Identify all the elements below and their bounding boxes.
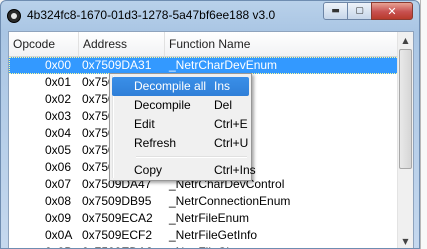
table-row[interactable]: 0x00 0x7509DA31 _NetrCharDevEnum [9,57,399,74]
decompiler-window: 4b324fc8-1670-01d3-1278-5a47bf6ee188 v3.… [0,0,420,249]
minimize-button[interactable]: ▬ [323,2,348,20]
opcode-cell: 0x0A [45,228,73,242]
menu-item-label: Edit [134,117,155,131]
function-name-cell: _NetrFileCl [169,244,229,248]
close-button[interactable]: ✕ [371,2,413,20]
function-name-cell: _NetrConnectionEnum [169,194,291,208]
function-name-cell: _NetrFileEnum [169,211,250,225]
address-cell: 0x7509DA31 [82,58,152,72]
address-cell: 0x7509ECF2 [82,228,153,242]
scroll-thumb[interactable] [399,49,412,169]
menu-item-label: Copy [134,163,163,177]
opcode-cell: 0x05 [45,143,72,157]
opcode-cell: 0x01 [45,75,72,89]
scroll-down-arrow-icon[interactable]: ▼ [398,233,413,248]
menu-item-label: Decompile [134,98,191,112]
title-bar[interactable]: 4b324fc8-1670-01d3-1278-5a47bf6ee188 v3.… [1,1,419,31]
menu-item-decompile[interactable]: Decompile Del [112,96,249,115]
background-window-edge [420,0,427,249]
menu-item-decompile-all[interactable]: Decompile all Ins [112,77,249,96]
table-row[interactable]: 0x0B 0x7509EDA2 _NetrFileCl [9,244,399,248]
table-row[interactable]: 0x08 0x7509DB95 _NetrConnectionEnum [9,193,399,210]
menu-item-shortcut: Ctrl+Ins [214,163,256,177]
menu-item-label: Refresh [134,136,177,150]
list-header: Opcode Address Function Name [9,32,399,57]
address-cell: 0x7509DB95 [82,194,152,208]
table-row[interactable]: 0x09 0x7509ECA2 _NetrFileEnum [9,210,399,227]
menu-item-shortcut: Del [214,98,233,112]
opcode-cell: 0x09 [45,211,72,225]
menu-separator [136,156,247,158]
context-menu: Decompile all Ins Decompile Del Edit Ctrl+E Re… [109,73,256,181]
menu-item-shortcut: Ins [214,79,231,93]
opcode-cell: 0x03 [45,109,72,123]
address-cell: 0x7509ECA2 [82,211,153,225]
opcode-cell: 0x07 [45,177,72,191]
maximize-button[interactable]: ▢ [347,2,372,20]
column-header-function-name[interactable]: Function Name [165,32,399,56]
function-name-cell: _NetrFileGetInfo [169,228,258,242]
function-name-cell: _NetrCharDevEnum [169,58,278,72]
column-header-opcode[interactable]: Opcode [9,32,79,56]
app-icon[interactable] [7,9,21,23]
menu-item-refresh[interactable]: Refresh Ctrl+U [112,134,249,153]
menu-item-edit[interactable]: Edit Ctrl+E [112,115,249,134]
column-header-address[interactable]: Address [79,32,165,56]
scroll-up-arrow-icon[interactable]: ▲ [398,32,413,48]
menu-item-shortcut: Ctrl+U [214,136,249,150]
opcode-cell: 0x06 [45,160,72,174]
menu-item-copy[interactable]: Copy Ctrl+Ins [112,161,256,180]
opcode-cell: 0x00 [45,58,72,72]
opcode-cell: 0x0B [45,244,72,248]
window-title: 4b324fc8-1670-01d3-1278-5a47bf6ee188 v3.… [27,8,276,22]
menu-item-label: Decompile all [134,79,207,93]
caption-buttons: ▬ ▢ ✕ [323,2,413,20]
address-cell: 0x7509EDA2 [82,244,153,248]
opcode-cell: 0x08 [45,194,72,208]
opcode-cell: 0x04 [45,126,72,140]
opcode-cell: 0x02 [45,92,72,106]
vertical-scrollbar[interactable]: ▲ ▼ [397,32,413,248]
table-row[interactable]: 0x0A 0x7509ECF2 _NetrFileGetInfo [9,227,399,244]
menu-item-shortcut: Ctrl+E [214,117,248,131]
